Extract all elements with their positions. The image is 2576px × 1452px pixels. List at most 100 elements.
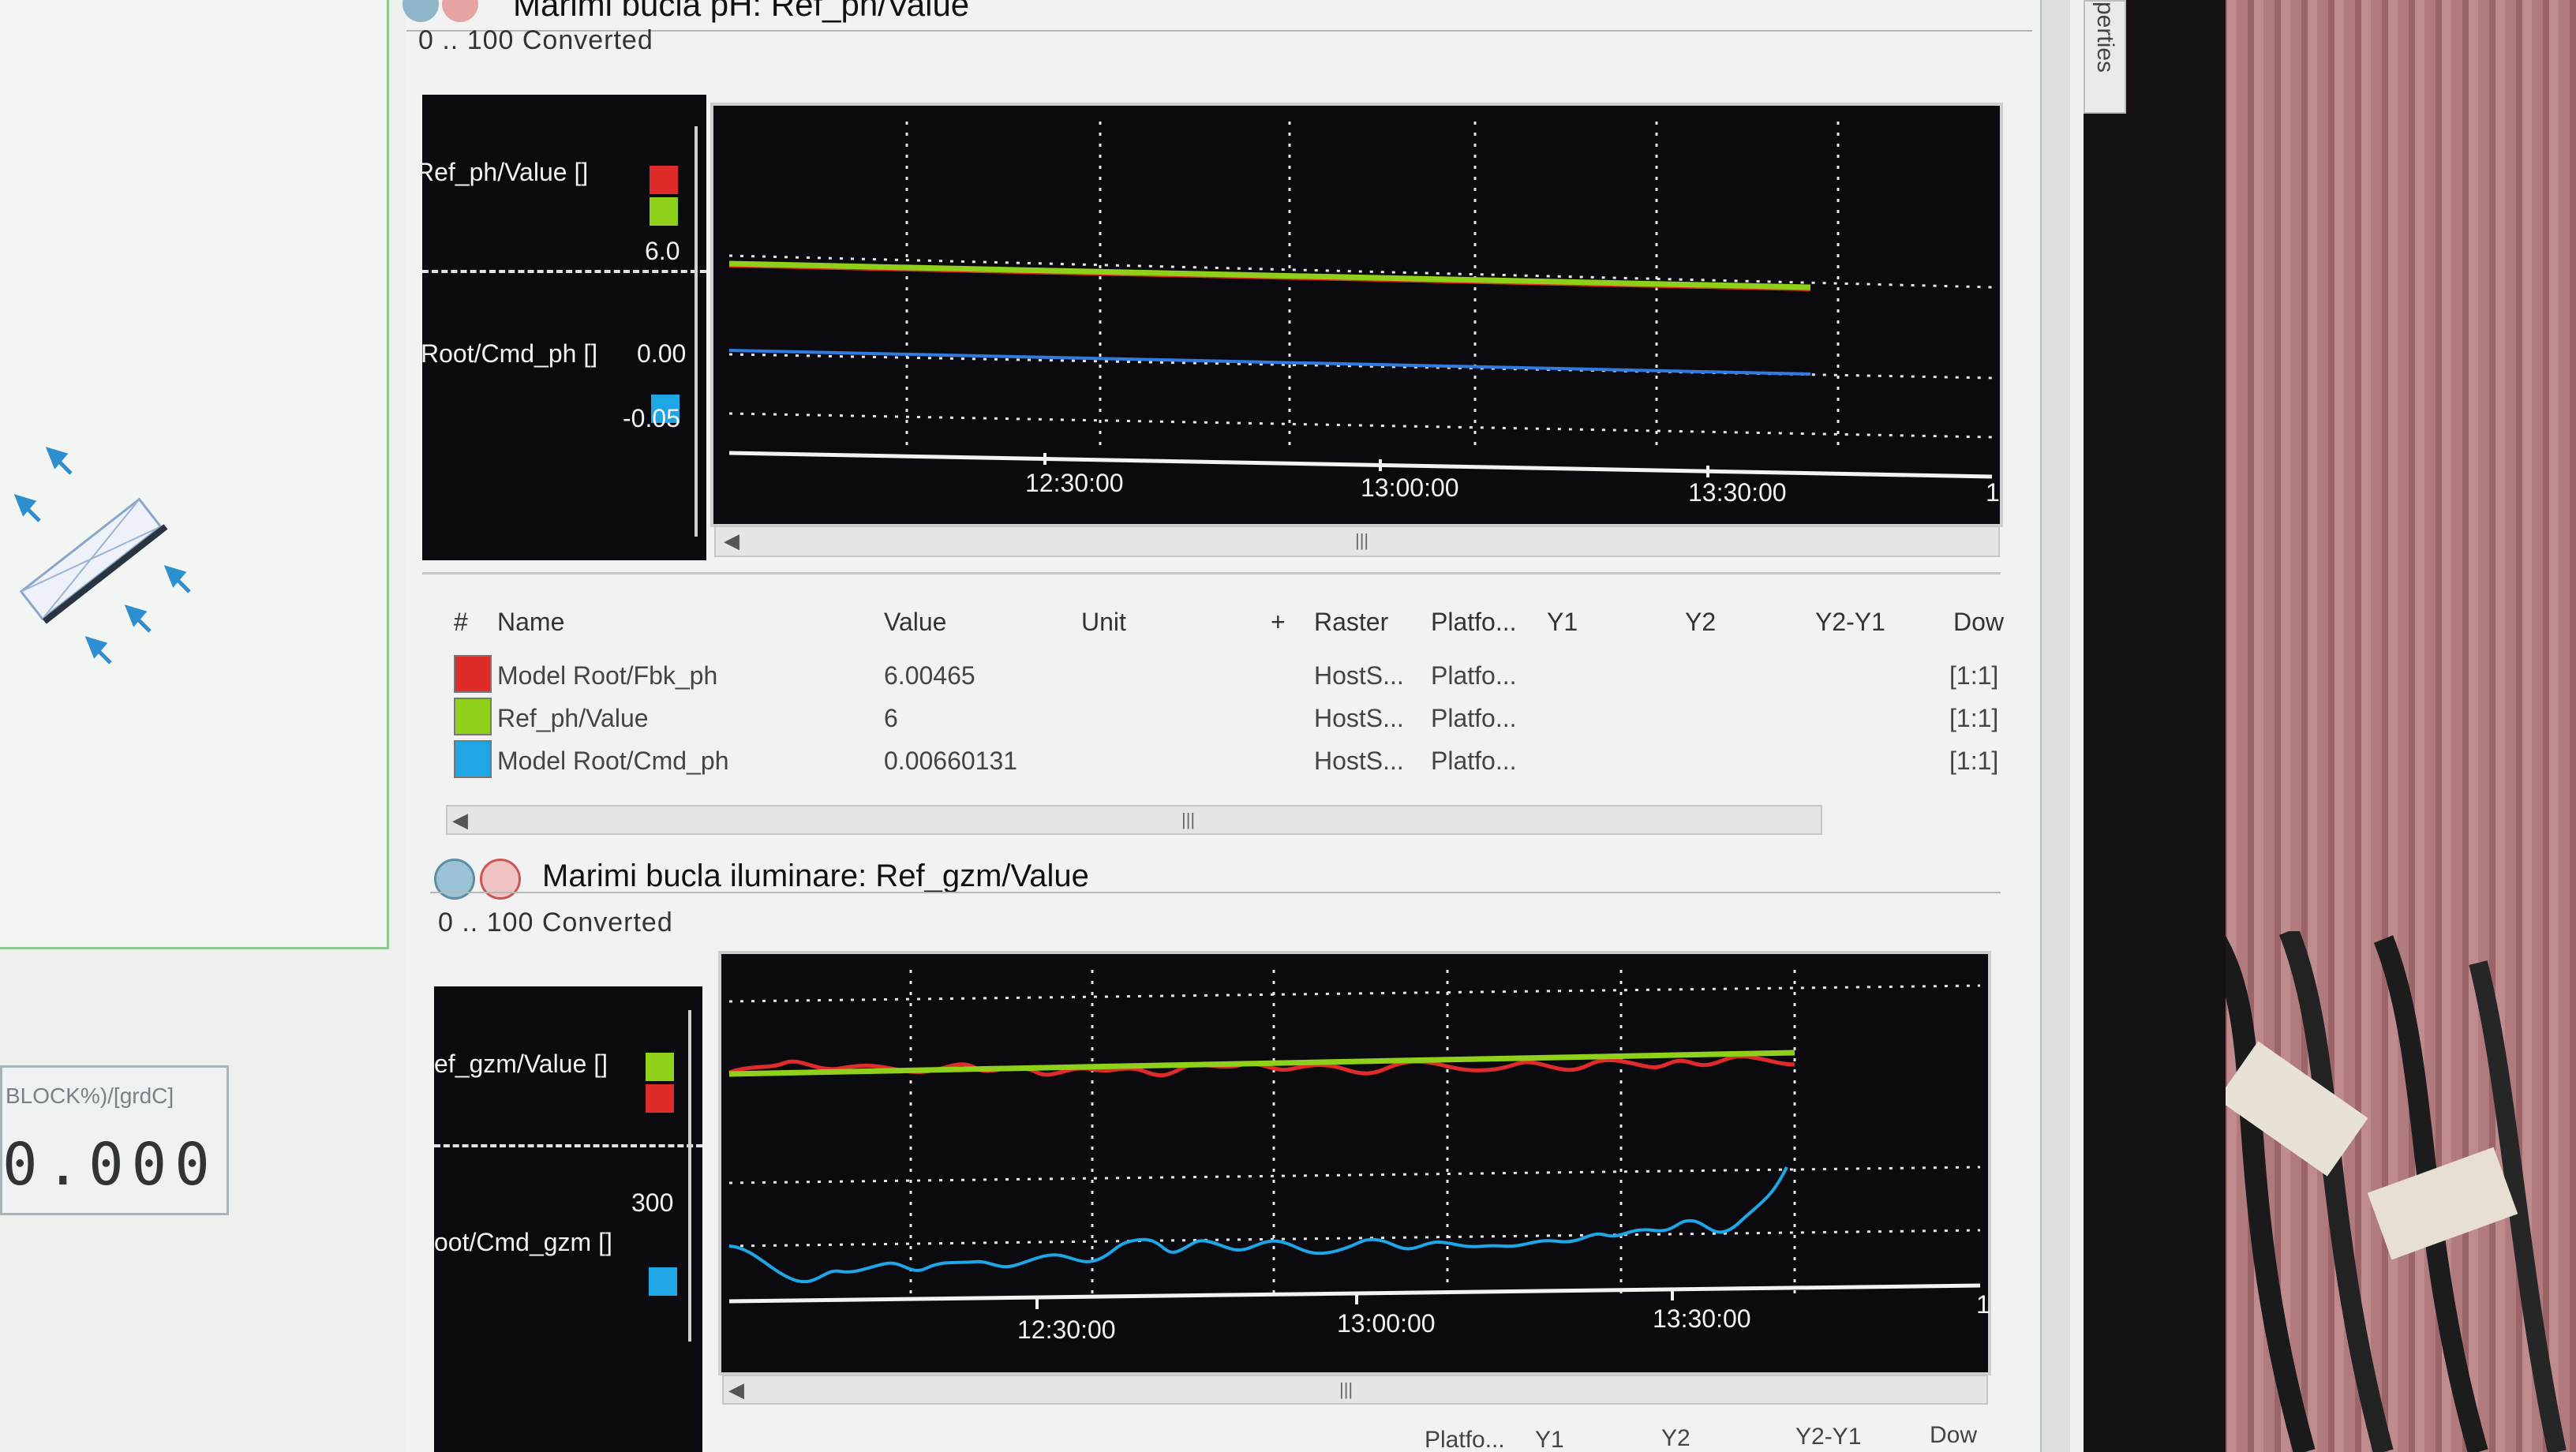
row-platform: Platfo... (1431, 661, 1517, 690)
col-header-plus[interactable]: + (1271, 608, 1286, 637)
bottom-col-down[interactable]: Dow (1930, 1422, 1977, 1449)
ph-cmd-series (728, 349, 1811, 376)
row-name: Model Root/Cmd_ph (497, 747, 729, 775)
bottom-col-y1[interactable]: Y1 (1535, 1427, 1564, 1452)
plot-gzm-scrollbar[interactable]: ◀ ||| (722, 1375, 1988, 1405)
col-header-raster[interactable]: Raster (1314, 608, 1388, 637)
table-row[interactable]: Model Root/Cmd_ph 0.00660131 HostS... Pl… (438, 740, 2016, 783)
tick-label-6: 6.0 (645, 237, 680, 265)
tick-label-neg: -0.05 (623, 404, 680, 432)
bottom-col-y2y1[interactable]: Y2-Y1 (1795, 1424, 1861, 1450)
col-header-down[interactable]: Dow (1953, 608, 2004, 637)
plot-gzm-area[interactable]: 12:30:00 13:00:00 13:30:00 1 (718, 951, 1991, 1375)
row-color-swatch[interactable] (454, 655, 492, 693)
plot-ph-legend: Ref_ph/Value [] 6.0 Root/Cmd_ph [] 0.00 … (416, 95, 706, 560)
row-platform: Platfo... (1431, 704, 1517, 732)
scroll-grip-icon[interactable]: ||| (1355, 530, 1368, 551)
col-header-num: # (454, 608, 468, 636)
row-color-swatch[interactable] (454, 698, 492, 735)
gzm-cmd-series (728, 1166, 1788, 1284)
table-row[interactable]: Model Root/Fbk_ph 6.00465 HostS... Platf… (438, 655, 2016, 698)
col-header-y2y1[interactable]: Y2-Y1 (1815, 608, 1885, 637)
background-cables (2200, 931, 2567, 1452)
properties-tab-label: perties (2092, 2, 2118, 73)
plot-ph-subtitle: 0 .. 100 Converted (418, 25, 653, 55)
scroll-left-icon[interactable]: ◀ (724, 529, 739, 553)
legend-label-ref-gzm: ef_gzm/Value [] (434, 1050, 608, 1078)
col-header-y2[interactable]: Y2 (1685, 608, 1716, 637)
plotter-window: Marimi bucla pH: Ref_ph/Value 0 .. 100 C… (402, 0, 2040, 1452)
monitor-bezel (2068, 0, 2226, 1452)
row-raster: HostS... (1314, 747, 1404, 775)
ph-ref-series (728, 260, 1811, 290)
bottom-col-platform[interactable]: Platfo... (1425, 1427, 1505, 1452)
tick-label-0: 0.00 (637, 339, 687, 368)
legend-label-ref-ph: Ref_ph/Value [] (416, 158, 589, 186)
model-editor-panel (0, 0, 389, 949)
plot-ph-svg (728, 122, 1993, 479)
plot-gzm-subtitle: 0 .. 100 Converted (438, 908, 673, 937)
legend-divider (422, 270, 706, 273)
table-scrollbar[interactable]: ◀ ||| (446, 805, 1822, 835)
axis-end-label: 1 (1976, 1290, 1990, 1319)
vertical-scrollbar[interactable] (2040, 0, 2070, 1452)
axis-end-label: 1 (1986, 478, 2000, 507)
col-header-unit[interactable]: Unit (1081, 608, 1126, 637)
scroll-grip-icon[interactable]: ||| (1339, 1379, 1353, 1400)
row-raster: HostS... (1314, 704, 1404, 732)
display-caption: BLOCK%)/[grdC] (6, 1083, 174, 1108)
legend-swatch-green[interactable] (650, 197, 678, 226)
plot-gzm-title: Marimi bucla iluminare: Ref_gzm/Value (542, 859, 1089, 893)
refresh-icon[interactable] (434, 859, 475, 900)
legend-swatch-blue[interactable] (649, 1267, 677, 1296)
plot-ph-title: Marimi bucla pH: Ref_ph/Value (513, 0, 970, 23)
stop-icon[interactable] (442, 0, 478, 22)
time-label-1330: 13:30:00 (1653, 1304, 1751, 1333)
legend-swatch-red[interactable] (650, 166, 678, 194)
row-value: 6.00465 (884, 661, 975, 690)
row-platform: Platfo... (1431, 747, 1517, 775)
legend-swatch-green[interactable] (646, 1053, 674, 1081)
col-header-platform[interactable]: Platfo... (1431, 608, 1517, 637)
bottom-col-y2[interactable]: Y2 (1661, 1425, 1690, 1452)
section-divider (422, 572, 2001, 574)
col-header-name[interactable]: Name (497, 608, 564, 637)
scroll-left-icon[interactable]: ◀ (452, 808, 468, 833)
time-label-1230: 12:30:00 (1017, 1315, 1116, 1344)
row-value: 0.00660131 (884, 747, 1018, 775)
table-row[interactable]: Ref_ph/Value 6 HostS... Platfo... [1:1] (438, 698, 2016, 740)
scroll-left-icon[interactable]: ◀ (728, 1378, 744, 1402)
time-label-1300: 13:00:00 (1361, 473, 1459, 502)
legend-label-cmd-ph: Root/Cmd_ph [] (421, 339, 598, 368)
screen: BLOCK%)/[grdC] 0.000 Marimi bucla pH: Re… (0, 0, 2084, 1452)
row-name: Ref_ph/Value (497, 704, 649, 732)
tick-label-300: 300 (631, 1188, 674, 1217)
display-block[interactable]: BLOCK%)/[grdC] 0.000 (0, 1065, 229, 1215)
legend-axis (695, 126, 698, 537)
scroll-grip-icon[interactable]: ||| (1181, 810, 1195, 830)
time-label-1330: 13:30:00 (1688, 478, 1787, 507)
row-down: [1:1] (1949, 747, 1999, 775)
row-value: 6 (884, 704, 898, 732)
legend-divider (434, 1144, 702, 1147)
row-color-swatch[interactable] (454, 740, 492, 778)
plot-ph-scrollbar[interactable]: ◀ ||| (714, 526, 2000, 557)
display-value: 0.000 (2, 1131, 218, 1199)
row-raster: HostS... (1314, 661, 1404, 690)
properties-tab[interactable]: perties (2084, 0, 2126, 114)
solar-panel-icon (13, 447, 191, 664)
plot-gzm-legend: ef_gzm/Value [] 300 oot/Cmd_gzm [] (434, 986, 702, 1452)
plot-ph-area[interactable]: 12:30:00 13:00:00 13:30:00 1 (710, 103, 2003, 527)
row-down: [1:1] (1949, 661, 1999, 690)
stop-icon[interactable] (480, 859, 521, 900)
col-header-y1[interactable]: Y1 (1547, 608, 1578, 637)
legend-axis (688, 1010, 691, 1342)
title-separator (430, 892, 2001, 893)
refresh-icon[interactable] (402, 0, 439, 22)
col-header-value[interactable]: Value (884, 608, 946, 637)
legend-label-cmd-gzm: oot/Cmd_gzm [] (434, 1228, 612, 1256)
row-down: [1:1] (1949, 704, 1999, 732)
row-name: Model Root/Fbk_ph (497, 661, 718, 690)
time-label-1300: 13:00:00 (1337, 1309, 1436, 1338)
legend-swatch-red[interactable] (646, 1084, 674, 1113)
